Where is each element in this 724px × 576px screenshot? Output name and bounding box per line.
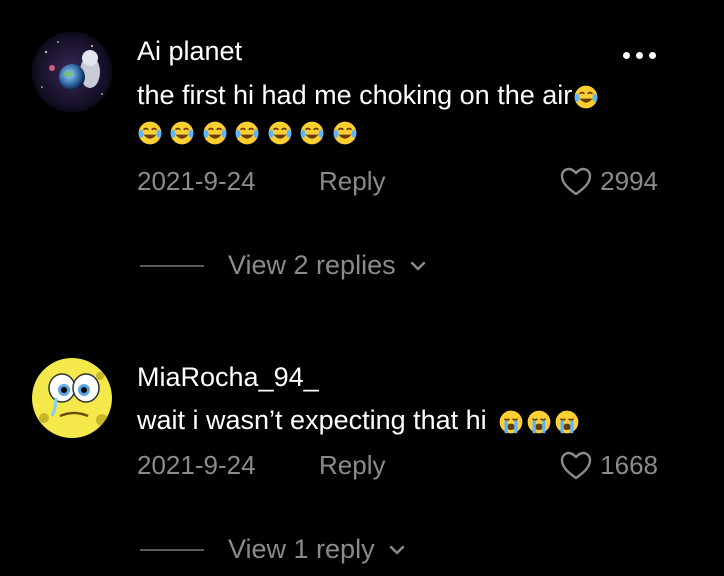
heart-icon	[560, 451, 592, 479]
like-button[interactable]: 1668	[560, 450, 658, 481]
face-with-tears-of-joy-icon	[138, 121, 162, 145]
more-dot-icon	[649, 52, 656, 59]
face-with-tears-of-joy-icon	[300, 121, 324, 145]
avatar-image	[32, 358, 112, 438]
avatar-ai-planet[interactable]	[32, 32, 112, 112]
face-with-tears-of-joy-icon	[268, 121, 292, 145]
view-replies-label: View 2 replies	[228, 250, 396, 280]
divider-line	[140, 548, 204, 551]
more-dot-icon	[636, 52, 643, 59]
divider-line	[140, 264, 204, 267]
comment-text: wait i wasn’t expecting that hi	[137, 405, 487, 435]
face-with-tears-of-joy-icon	[333, 121, 357, 145]
view-replies-button[interactable]: View 2 replies	[140, 250, 426, 281]
chevron-down-icon	[410, 261, 425, 270]
chevron-down-icon	[389, 545, 404, 554]
reply-button[interactable]: Reply	[319, 450, 385, 481]
reply-button[interactable]: Reply	[319, 166, 385, 197]
comment-date: 2021-9-24	[137, 166, 256, 196]
comment-text-line: the first hi had me choking on the air	[137, 76, 601, 114]
like-button[interactable]: 2994	[560, 166, 658, 197]
avatar-image	[32, 32, 112, 112]
view-replies-button[interactable]: View 1 reply	[140, 534, 405, 565]
more-options-button[interactable]	[623, 52, 656, 59]
comment-date: 2021-9-24	[137, 450, 256, 480]
loudly-crying-face-icon	[527, 410, 551, 434]
avatar-miarocha[interactable]	[32, 358, 112, 438]
comment-username[interactable]: MiaRocha_94_	[137, 362, 319, 393]
face-with-tears-of-joy-icon	[574, 85, 598, 109]
like-count: 1668	[600, 450, 658, 480]
face-with-tears-of-joy-icon	[171, 121, 194, 145]
view-replies-label: View 1 reply	[228, 534, 375, 564]
comment-text-line: wait i wasn’t expecting that hi	[137, 401, 582, 439]
more-dot-icon	[623, 52, 630, 59]
like-count: 2994	[600, 166, 658, 196]
comment-username[interactable]: Ai planet	[137, 36, 242, 67]
loudly-crying-face-icon	[555, 410, 579, 434]
face-with-tears-of-joy-icon	[203, 121, 227, 145]
loudly-crying-face-icon	[499, 410, 523, 434]
face-with-tears-of-joy-icon	[235, 121, 259, 145]
heart-icon	[560, 167, 592, 195]
comment-text: the first hi had me choking on the air	[137, 80, 573, 110]
emoji-row	[137, 120, 360, 150]
